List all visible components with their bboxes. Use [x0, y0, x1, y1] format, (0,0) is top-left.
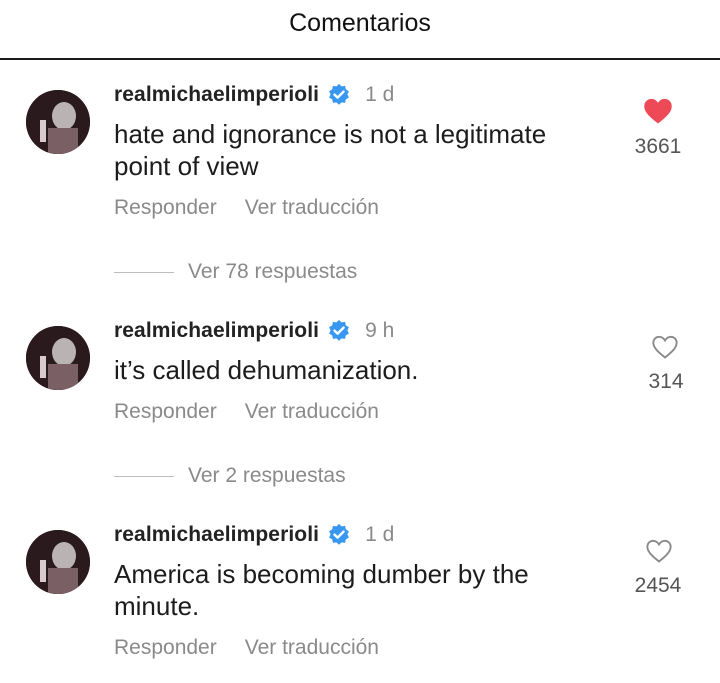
translate-button[interactable]: Ver traducción — [245, 636, 379, 660]
comment-actions: Responder Ver traducción — [114, 636, 407, 660]
comment-text: hate and ignorance is not a legitimate p… — [114, 119, 547, 181]
comment-actions: Responder Ver traducción — [114, 400, 407, 424]
page-title: Comentarios — [289, 9, 431, 37]
verified-badge-icon — [329, 524, 349, 545]
comment-timestamp: 9 h — [365, 319, 395, 342]
username-link[interactable]: realmichaelimperioli — [114, 523, 319, 547]
username-row: realmichaelimperioli 1 d — [114, 80, 394, 110]
username-link[interactable]: realmichaelimperioli — [114, 319, 319, 343]
verified-badge-icon — [329, 320, 349, 341]
view-replies-label: Ver 78 respuestas — [188, 260, 358, 283]
like-count: 314 — [648, 370, 684, 393]
comment-timestamp: 1 d — [365, 83, 395, 106]
avatar[interactable] — [26, 530, 90, 594]
username-row: realmichaelimperioli 1 d — [114, 520, 394, 550]
username-link[interactable]: realmichaelimperioli — [114, 83, 319, 107]
comment-timestamp: 1 d — [365, 523, 395, 546]
reply-button[interactable]: Responder — [114, 400, 217, 424]
reply-button[interactable]: Responder — [114, 196, 217, 220]
view-replies-label: Ver 2 respuestas — [188, 464, 346, 487]
header: Comentarios — [0, 0, 720, 60]
heart-outline-icon[interactable] — [645, 538, 673, 564]
translate-button[interactable]: Ver traducción — [245, 400, 379, 424]
like-count: 2454 — [634, 574, 682, 597]
comment-text: America is becoming dumber by the minute… — [114, 559, 529, 621]
avatar[interactable] — [26, 90, 90, 154]
heart-outline-icon[interactable] — [651, 334, 679, 360]
divider-line — [114, 271, 174, 273]
username-row: realmichaelimperioli 9 h — [114, 316, 394, 346]
avatar[interactable] — [26, 326, 90, 390]
like-count: 3661 — [634, 135, 682, 158]
comment-text: it’s called dehumanization. — [114, 355, 419, 385]
view-replies-button[interactable]: Ver 2 respuestas — [114, 464, 346, 488]
divider-line — [114, 475, 174, 477]
view-replies-button[interactable]: Ver 78 respuestas — [114, 260, 357, 284]
comment-actions: Responder Ver traducción — [114, 196, 407, 220]
heart-filled-icon[interactable] — [643, 97, 673, 125]
translate-button[interactable]: Ver traducción — [245, 196, 379, 220]
verified-badge-icon — [329, 84, 349, 105]
reply-button[interactable]: Responder — [114, 636, 217, 660]
